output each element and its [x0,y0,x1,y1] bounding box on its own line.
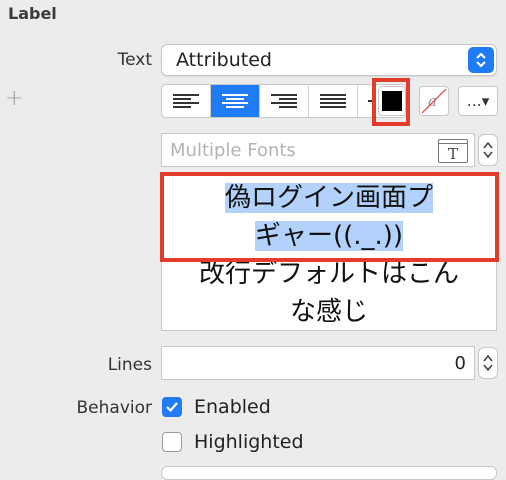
enabled-checkbox[interactable] [162,397,182,417]
stepper-chevrons-icon [483,141,493,159]
next-control-edge[interactable] [161,466,497,480]
lines-stepper[interactable] [478,347,498,379]
text-type-popup[interactable]: Attributed [161,44,497,76]
plus-icon[interactable]: + [5,86,23,111]
text-line: な感じ [289,297,368,327]
svg-text:a: a [428,92,437,110]
font-field[interactable]: Multiple Fonts T [161,133,475,167]
align-right-button[interactable] [260,85,309,117]
alignment-segmented-control[interactable] [161,84,407,118]
no-color-icon: a [421,88,447,114]
checkmark-icon [166,402,178,413]
align-justify-icon [320,94,346,108]
background-color-well[interactable]: a [419,86,449,116]
lines-label: Lines [107,355,152,375]
align-center-button[interactable] [211,85,260,117]
lines-field[interactable]: 0 [161,346,475,380]
align-right-icon [271,94,297,108]
highlighted-label: Highlighted [194,431,304,453]
popup-chevrons-icon [468,47,494,73]
annotation-box-color [372,78,410,126]
text-type-value: Attributed [176,49,272,71]
font-picker-icon[interactable]: T [438,139,468,163]
highlighted-checkbox[interactable] [162,432,182,452]
section-title: Label [8,4,57,23]
align-left-button[interactable] [162,85,211,117]
align-center-icon [222,94,248,108]
align-left-icon [173,94,199,108]
lines-value: 0 [454,353,466,374]
more-options-button[interactable]: …▾ [458,86,498,116]
text-label: Text [117,50,152,70]
behavior-label: Behavior [76,398,153,418]
font-placeholder: Multiple Fonts [170,140,296,161]
font-size-stepper[interactable] [478,134,498,166]
enabled-label: Enabled [194,396,271,418]
stepper-chevrons-icon [483,354,493,372]
align-justify-button[interactable] [309,85,358,117]
annotation-box-text [160,172,499,262]
